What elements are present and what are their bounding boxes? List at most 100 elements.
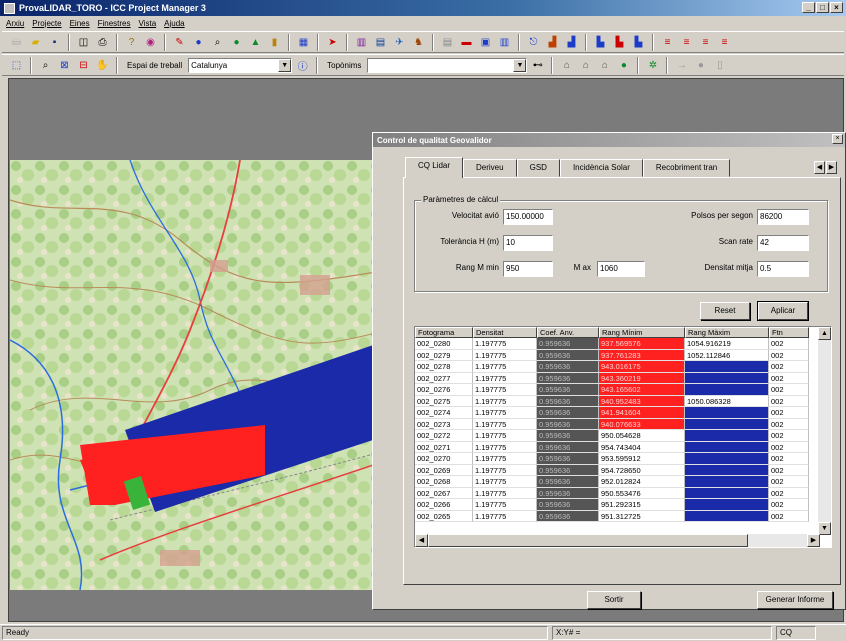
menu-arxiu[interactable]: Arxiu xyxy=(6,19,24,28)
close-button[interactable]: × xyxy=(830,2,843,13)
measure-icon[interactable]: ▣ xyxy=(477,34,494,51)
strip-c-icon[interactable]: ≡ xyxy=(697,34,714,51)
scan-rate-field[interactable]: 42 xyxy=(757,235,809,251)
menu-finestres[interactable]: Finestres xyxy=(98,19,131,28)
table-row[interactable]: 002_0270 1.197775 0.959636 953.595912 002 xyxy=(415,453,831,465)
scroll-right-icon[interactable]: ▶ xyxy=(807,534,820,547)
tab-deriveu[interactable]: Deriveu xyxy=(463,159,517,177)
tool-icon[interactable]: ✎ xyxy=(171,34,188,51)
menu-vista[interactable]: Vista xyxy=(139,19,157,28)
network-icon[interactable]: ✲ xyxy=(644,57,661,74)
chevron-down-icon[interactable]: ▼ xyxy=(278,58,292,72)
tab-scroll-right-icon[interactable]: ▶ xyxy=(826,161,837,174)
velocitat-field[interactable]: 150.00000 xyxy=(503,209,553,225)
scroll-up-icon[interactable]: ▲ xyxy=(818,327,831,340)
zoom-in-icon[interactable]: ⌕ xyxy=(37,57,54,74)
info-icon[interactable]: ● xyxy=(190,34,207,51)
photo-tool-b-icon[interactable]: ⌂ xyxy=(577,57,594,74)
toponym-select[interactable]: ▼ xyxy=(367,57,528,73)
plane-icon[interactable]: ✈ xyxy=(391,34,408,51)
binoculars-icon[interactable]: ⊷ xyxy=(529,57,546,74)
rang-min-field[interactable]: 950 xyxy=(503,261,553,277)
minimize-button[interactable]: _ xyxy=(802,2,815,13)
scroll-thumb[interactable] xyxy=(428,534,748,547)
info-circle-icon[interactable]: ⓘ xyxy=(294,57,311,74)
pan-hand-icon[interactable]: ✋ xyxy=(94,57,111,74)
table-row[interactable]: 002_0268 1.197775 0.959636 952.012824 002 xyxy=(415,476,831,488)
sortir-button[interactable]: Sortir xyxy=(587,591,641,609)
report-icon[interactable]: ▤ xyxy=(372,34,389,51)
dialog-close-button[interactable]: × xyxy=(832,134,843,144)
select-icon[interactable]: ⬚ xyxy=(8,57,25,74)
save-icon[interactable]: ▪ xyxy=(46,34,63,51)
table-row[interactable]: 002_0276 1.197775 0.959636 943.165602 002 xyxy=(415,384,831,396)
new-file-icon[interactable]: ▭ xyxy=(8,34,25,51)
green-globe-icon[interactable]: ● xyxy=(615,57,632,74)
tab-gsd[interactable]: GSD xyxy=(516,159,560,177)
menu-eines[interactable]: Eines xyxy=(70,19,90,28)
tab-scroll-left-icon[interactable]: ◀ xyxy=(814,161,825,174)
menu-ajuda[interactable]: Ajuda xyxy=(164,19,184,28)
tab-incidencia-solar[interactable]: Incidència Solar xyxy=(559,159,643,177)
bar-chart-icon[interactable]: ▥ xyxy=(353,34,370,51)
table-row[interactable]: 002_0267 1.197775 0.959636 950.553476 002 xyxy=(415,487,831,499)
table-row[interactable]: 002_0271 1.197775 0.959636 954.743404 002 xyxy=(415,441,831,453)
chevron-down-icon[interactable]: ▼ xyxy=(513,58,527,72)
flag-icon[interactable]: ▬ xyxy=(458,34,475,51)
strip-b-icon[interactable]: ≡ xyxy=(678,34,695,51)
arrow-icon[interactable]: ➤ xyxy=(324,34,341,51)
stats-icon[interactable]: ▥ xyxy=(496,34,513,51)
tab-cq-lidar[interactable]: CQ Lidar xyxy=(405,157,464,178)
globe-icon[interactable]: ◉ xyxy=(142,34,159,51)
col-ftn[interactable]: Ftn xyxy=(769,327,809,338)
zoom-icon[interactable]: ⌕ xyxy=(209,34,226,51)
layers-a-icon[interactable]: ▟ xyxy=(544,34,561,51)
table-row[interactable]: 002_0280 1.197775 0.959636 937.569576 1054.9… xyxy=(415,338,831,350)
walk-icon[interactable]: ♞ xyxy=(410,34,427,51)
reset-button[interactable]: Reset xyxy=(700,302,750,320)
table-row[interactable]: 002_0278 1.197775 0.959636 943.016175 002 xyxy=(415,361,831,373)
tab-recobriment[interactable]: Recobriment tran xyxy=(642,159,731,177)
photo-tool-a-icon[interactable]: ⌂ xyxy=(558,57,575,74)
zoom-extent-icon[interactable]: ⊠ xyxy=(56,57,73,74)
table-row[interactable]: 002_0272 1.197775 0.959636 950.054628 002 xyxy=(415,430,831,442)
table-row[interactable]: 002_0277 1.197775 0.959636 943.360219 002 xyxy=(415,372,831,384)
table-row[interactable]: 002_0274 1.197775 0.959636 941.941604 002 xyxy=(415,407,831,419)
densitat-mitja-field[interactable]: 0.5 xyxy=(757,261,809,277)
strip-a-icon[interactable]: ≡ xyxy=(659,34,676,51)
table-row[interactable]: 002_0265 1.197775 0.959636 951.312725 002 xyxy=(415,510,831,522)
generar-informe-button[interactable]: Generar Informe xyxy=(757,591,833,609)
map-view[interactable] xyxy=(10,160,388,590)
table-icon[interactable]: ▤ xyxy=(439,34,456,51)
col-rang-minim[interactable]: Rang Mínim xyxy=(599,327,685,338)
zoom-out-icon[interactable]: ⊟ xyxy=(75,57,92,74)
photo-a-icon[interactable]: ▙ xyxy=(592,34,609,51)
col-coef-anv[interactable]: Coef. Anv. xyxy=(537,327,599,338)
open-folder-icon[interactable]: ▰ xyxy=(27,34,44,51)
query-icon[interactable]: ⎋ xyxy=(525,34,542,51)
col-rang-maxim[interactable]: Rang Màxim xyxy=(685,327,769,338)
max-field[interactable]: 1060 xyxy=(597,261,645,277)
col-densitat[interactable]: Densitat xyxy=(473,327,537,338)
grid-icon[interactable]: ▦ xyxy=(295,34,312,51)
table-row[interactable]: 002_0279 1.197775 0.959636 937.761283 1052.1… xyxy=(415,349,831,361)
print-icon[interactable]: ⎙ xyxy=(94,34,111,51)
workspace-select[interactable]: Catalunya ▼ xyxy=(188,57,293,73)
layer-icon[interactable]: ● xyxy=(228,34,245,51)
strip-d-icon[interactable]: ≡ xyxy=(716,34,733,51)
photo-c-icon[interactable]: ▙ xyxy=(630,34,647,51)
table-row[interactable]: 002_0275 1.197775 0.959636 940.952483 1050.0… xyxy=(415,395,831,407)
table-row[interactable]: 002_0266 1.197775 0.959636 951.292315 002 xyxy=(415,499,831,511)
print-preview-icon[interactable]: ◫ xyxy=(75,34,92,51)
chart-icon[interactable]: ▮ xyxy=(266,34,283,51)
polsos-field[interactable]: 86200 xyxy=(757,209,809,225)
maximize-button[interactable]: □ xyxy=(816,2,829,13)
vertical-scrollbar[interactable]: ▲ ▼ xyxy=(818,327,831,535)
table-row[interactable]: 002_0269 1.197775 0.959636 954.728650 002 xyxy=(415,464,831,476)
photo-tool-c-icon[interactable]: ⌂ xyxy=(596,57,613,74)
terrain-icon[interactable]: ▲ xyxy=(247,34,264,51)
results-grid[interactable]: Fotograma Densitat Coef. Anv. Rang Mínim… xyxy=(414,326,832,548)
scroll-left-icon[interactable]: ◀ xyxy=(415,534,428,547)
horizontal-scrollbar[interactable]: ◀ ▶ xyxy=(415,534,820,547)
help-icon[interactable]: ? xyxy=(123,34,140,51)
